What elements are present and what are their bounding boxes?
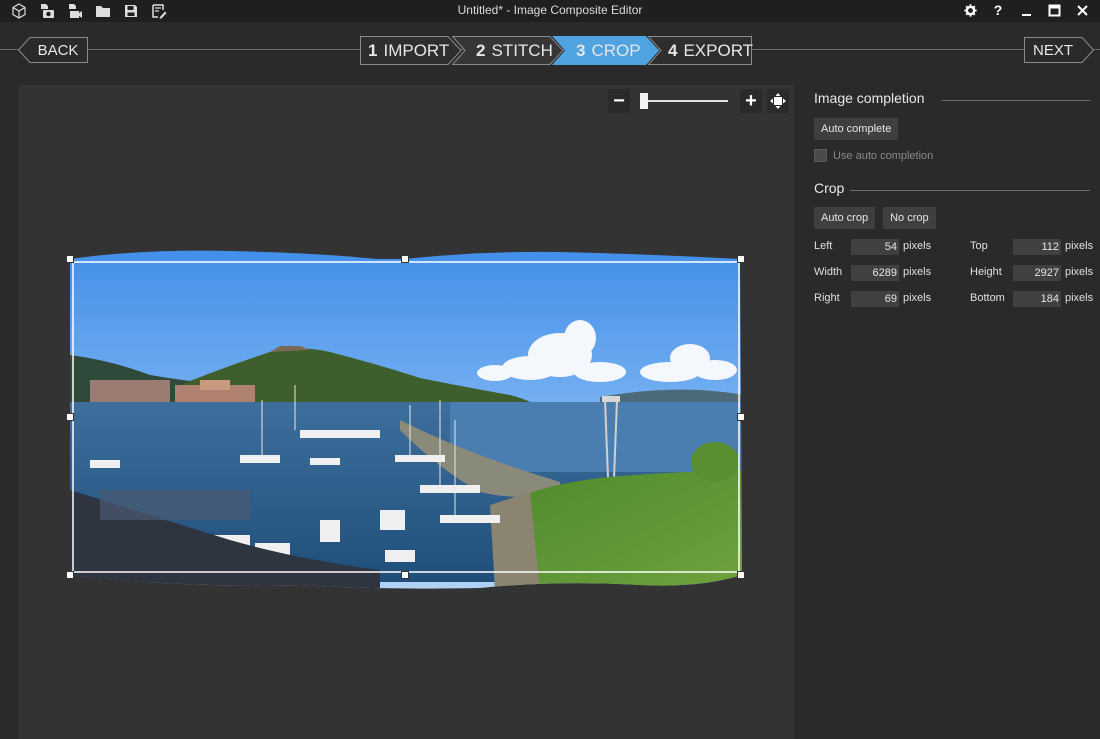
crop-section: Crop [814, 180, 1096, 202]
zoom-out-button[interactable]: − [608, 89, 630, 113]
crop-handle-top[interactable] [401, 255, 409, 263]
step-number: 1 [368, 40, 378, 60]
top-input[interactable]: 112 [1013, 239, 1061, 255]
use-auto-completion-label: Use auto completion [833, 149, 934, 162]
crop-handle-right[interactable] [737, 413, 745, 421]
tab-export[interactable]: 4 EXPORT [648, 36, 754, 65]
crop-handle-left[interactable] [66, 413, 74, 421]
checkbox-box[interactable] [814, 149, 827, 162]
crop-handle-top-left[interactable] [66, 255, 74, 263]
zoom-slider-track[interactable] [640, 100, 728, 102]
maximize-icon[interactable] [1040, 0, 1068, 20]
crop-fields: Left 54 pixels Top 112 pixels Width 6289… [814, 239, 1096, 329]
step-label: IMPORT [383, 40, 450, 60]
bottom-input[interactable]: 184 [1013, 291, 1061, 307]
top-unit: pixels [1065, 240, 1094, 252]
window-controls: ? [956, 0, 1096, 20]
image-completion-title: Image completion [814, 90, 925, 106]
tab-import[interactable]: 1 IMPORT [360, 36, 462, 65]
left-unit: pixels [903, 240, 932, 252]
use-auto-completion-checkbox[interactable]: Use auto completion [814, 149, 1096, 162]
zoom-control: − + [608, 89, 790, 113]
right-input[interactable]: 69 [851, 291, 899, 307]
minimize-icon[interactable] [1012, 0, 1040, 20]
step-label: EXPORT [683, 40, 754, 60]
close-icon[interactable] [1068, 0, 1096, 20]
bottom-unit: pixels [1065, 292, 1094, 304]
top-label: Top [970, 240, 988, 252]
help-icon[interactable]: ? [984, 0, 1012, 20]
crop-title: Crop [814, 180, 845, 196]
auto-complete-button[interactable]: Auto complete [814, 118, 899, 140]
window-title: Untitled* - Image Composite Editor [457, 3, 643, 17]
crop-handle-bottom-right[interactable] [737, 571, 745, 579]
width-input[interactable]: 6289 [851, 265, 899, 281]
section-rule [850, 190, 1090, 191]
workflow-steps: 1 IMPORT 2 STITCH 3 CROP 4 EXPORT [360, 36, 754, 65]
no-crop-button[interactable]: No crop [883, 207, 936, 229]
step-label: CROP [591, 40, 641, 60]
bottom-label: Bottom [970, 292, 1005, 304]
height-input[interactable]: 2927 [1013, 265, 1061, 281]
left-label: Left [814, 240, 833, 252]
crop-handle-bottom[interactable] [401, 571, 409, 579]
zoom-in-button[interactable]: + [740, 89, 762, 113]
image-completion-section: Image completion [814, 90, 1096, 112]
auto-crop-button[interactable]: Auto crop [814, 207, 876, 229]
title-bar: Untitled* - Image Composite Editor ? [0, 0, 1100, 22]
section-rule [942, 100, 1090, 101]
step-number: 2 [476, 40, 486, 60]
tab-stitch[interactable]: 2 STITCH [452, 36, 564, 65]
height-label: Height [970, 266, 1002, 278]
step-number: 4 [668, 40, 678, 60]
width-label: Width [814, 266, 843, 278]
back-label: BACK [37, 41, 79, 59]
step-label: STITCH [491, 40, 553, 60]
right-unit: pixels [903, 292, 932, 304]
crop-handle-top-right[interactable] [737, 255, 745, 263]
left-input[interactable]: 54 [851, 239, 899, 255]
width-unit: pixels [903, 266, 932, 278]
right-label: Right [814, 292, 840, 304]
settings-panel: Image completion Auto complete Use auto … [814, 85, 1096, 329]
fit-to-window-icon[interactable] [767, 89, 789, 113]
step-number: 3 [576, 40, 586, 60]
tab-crop[interactable]: 3 CROP [552, 36, 659, 65]
crop-handle-bottom-left[interactable] [66, 571, 74, 579]
next-label: NEXT [1032, 41, 1073, 59]
height-unit: pixels [1065, 266, 1094, 278]
back-button[interactable]: BACK [18, 37, 88, 63]
zoom-slider-thumb[interactable] [640, 93, 649, 109]
settings-icon[interactable] [956, 0, 984, 20]
next-button[interactable]: NEXT [1024, 37, 1094, 63]
preview-canvas[interactable] [18, 85, 794, 739]
